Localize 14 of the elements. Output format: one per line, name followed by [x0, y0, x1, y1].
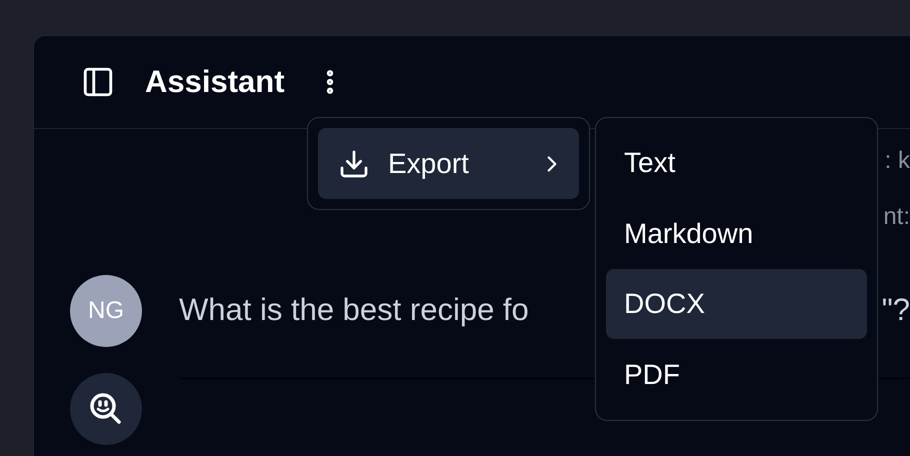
- faded-text: : k: [884, 146, 910, 176]
- panel-title: Assistant: [145, 62, 285, 101]
- submenu-item[interactable]: PDF: [606, 340, 867, 410]
- message-text: What is the best recipe fo: [179, 291, 529, 330]
- export-menu-item[interactable]: Export: [318, 128, 579, 199]
- user-avatar: NG: [70, 275, 142, 347]
- faded-text: nt:: [883, 202, 910, 232]
- submenu-item[interactable]: Text: [606, 128, 867, 198]
- submenu-item[interactable]: DOCX: [606, 269, 867, 340]
- message-text: "?: [882, 291, 910, 330]
- submenu-item[interactable]: Markdown: [606, 198, 867, 269]
- download-icon: [338, 148, 370, 180]
- sidebar-toggle-icon[interactable]: [81, 65, 115, 99]
- magnifier-face-icon: [88, 391, 124, 427]
